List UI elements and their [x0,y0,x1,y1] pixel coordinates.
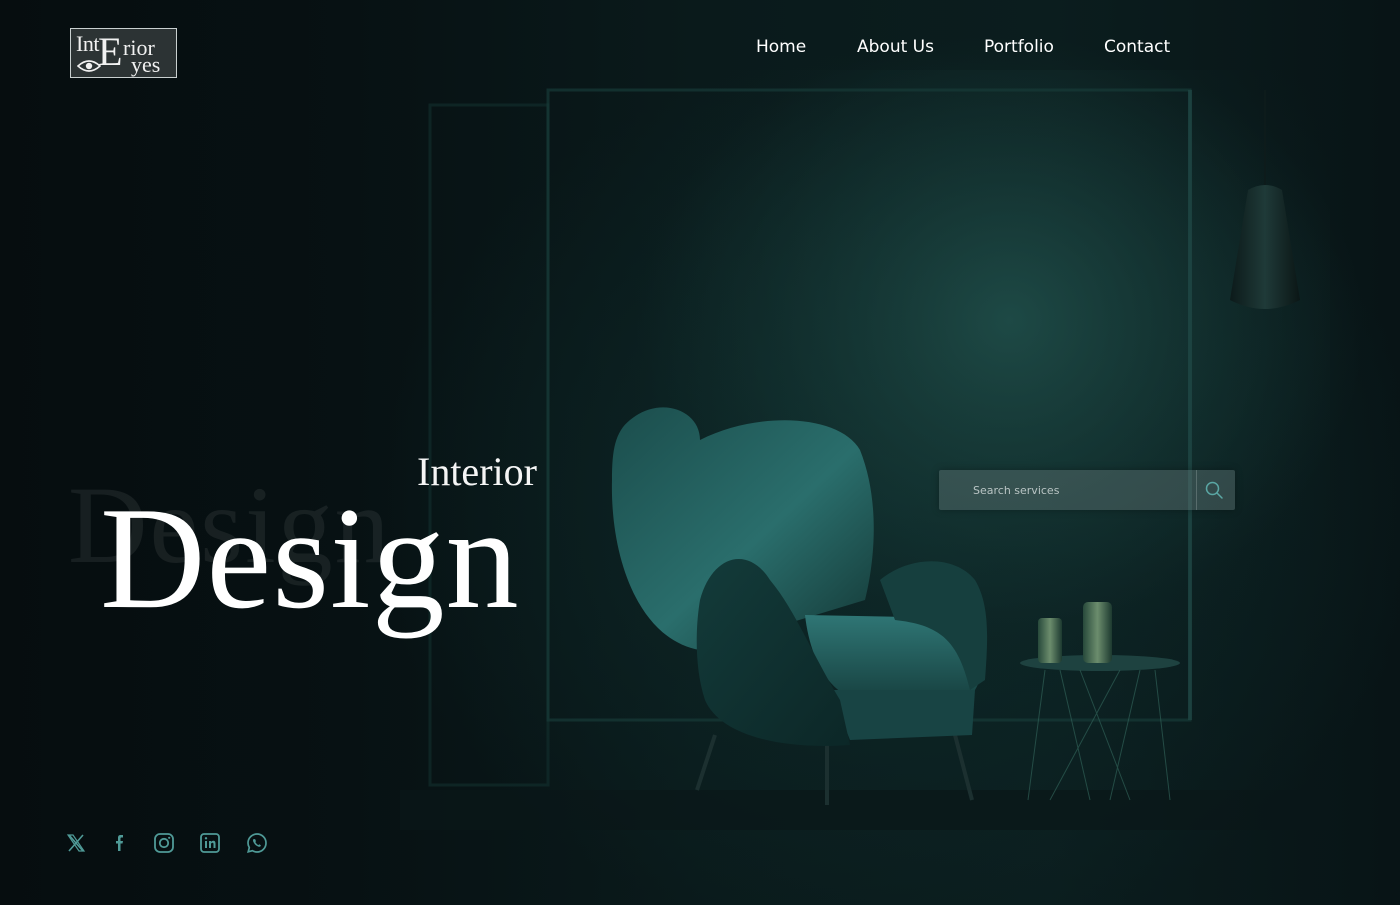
hero-title: Design [100,477,520,639]
brand-logo[interactable]: Int E rior yes [70,28,177,78]
nav-portfolio[interactable]: Portfolio [984,37,1054,57]
linkedin-icon[interactable] [198,831,222,855]
instagram-icon[interactable] [152,831,176,855]
x-icon[interactable] [64,831,88,855]
hero-background-image [370,70,1330,830]
logo-text-e: E [98,29,123,74]
facebook-icon[interactable] [108,831,132,855]
logo-text-yes: yes [131,52,161,77]
logo-text-int: Int [76,31,99,56]
whatsapp-icon[interactable] [245,831,269,855]
search-bar [939,470,1235,510]
eye-icon [77,60,101,72]
nav-contact[interactable]: Contact [1104,37,1170,57]
search-divider [1196,470,1197,510]
search-icon[interactable] [1204,480,1224,500]
search-input[interactable] [939,470,1195,510]
landing-page: Int E rior yes Home About Us Portfolio C… [0,0,1400,905]
nav-about-us[interactable]: About Us [857,37,934,57]
nav-home[interactable]: Home [756,37,806,57]
